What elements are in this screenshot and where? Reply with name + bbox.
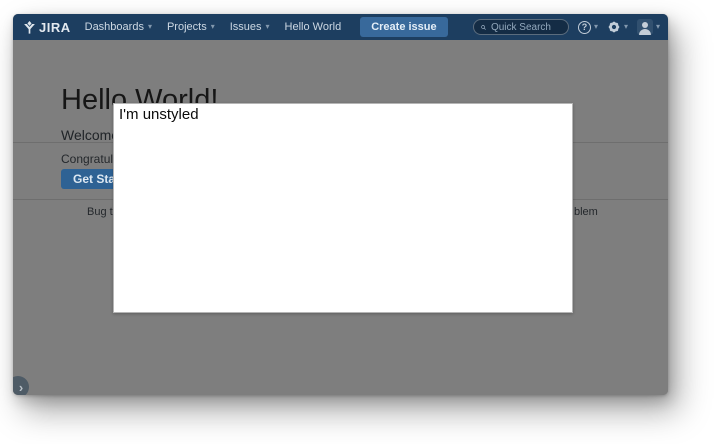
dialog-message: I'm unstyled (119, 106, 199, 123)
nav-item-label: Issues (230, 21, 262, 33)
jira-logo[interactable]: JIRA (23, 20, 71, 35)
screenshot-canvas: JIRA Dashboards ▾ Projects ▾ Issues ▾ He… (0, 0, 715, 444)
nav-item-projects[interactable]: Projects ▾ (167, 21, 215, 33)
chevron-down-icon: ▾ (148, 23, 152, 31)
nav-item-label: Dashboards (85, 21, 144, 33)
search-icon (481, 23, 486, 32)
user-menu-button[interactable]: ▾ (637, 19, 660, 35)
sidebar-expand-button[interactable]: › (13, 376, 29, 395)
chevron-down-icon: ▾ (211, 23, 215, 31)
unstyled-dialog: I'm unstyled (113, 103, 573, 313)
nav-item-label: Projects (167, 21, 207, 33)
browser-viewport: JIRA Dashboards ▾ Projects ▾ Issues ▾ He… (13, 14, 668, 395)
nav-item-label: Hello World (285, 21, 342, 33)
description-text-fragment: Bug tr (87, 206, 116, 218)
create-issue-button[interactable]: Create issue (360, 17, 447, 37)
top-nav: JIRA Dashboards ▾ Projects ▾ Issues ▾ He… (13, 14, 668, 40)
avatar (637, 19, 653, 35)
chevron-right-icon: › (19, 381, 23, 394)
chevron-down-icon: ▾ (656, 23, 660, 31)
jira-logo-text: JIRA (39, 20, 71, 35)
help-menu-button[interactable]: ? ▾ (578, 21, 598, 34)
chevron-down-icon: ▾ (266, 23, 270, 31)
quick-search[interactable] (473, 19, 569, 35)
help-icon: ? (578, 21, 591, 34)
nav-right-group: ? ▾ ▾ (473, 19, 660, 35)
welcome-text: Welcome (61, 127, 119, 143)
gear-icon (607, 20, 621, 34)
chevron-down-icon: ▾ (624, 23, 628, 31)
nav-item-hello-world[interactable]: Hello World (285, 21, 342, 33)
chevron-down-icon: ▾ (594, 23, 598, 31)
nav-item-dashboards[interactable]: Dashboards ▾ (85, 21, 152, 33)
nav-item-issues[interactable]: Issues ▾ (230, 21, 270, 33)
search-input[interactable] (491, 22, 561, 33)
admin-menu-button[interactable]: ▾ (607, 20, 628, 34)
jira-charlie-icon (23, 21, 36, 34)
description-text-fragment: blem (574, 206, 598, 218)
